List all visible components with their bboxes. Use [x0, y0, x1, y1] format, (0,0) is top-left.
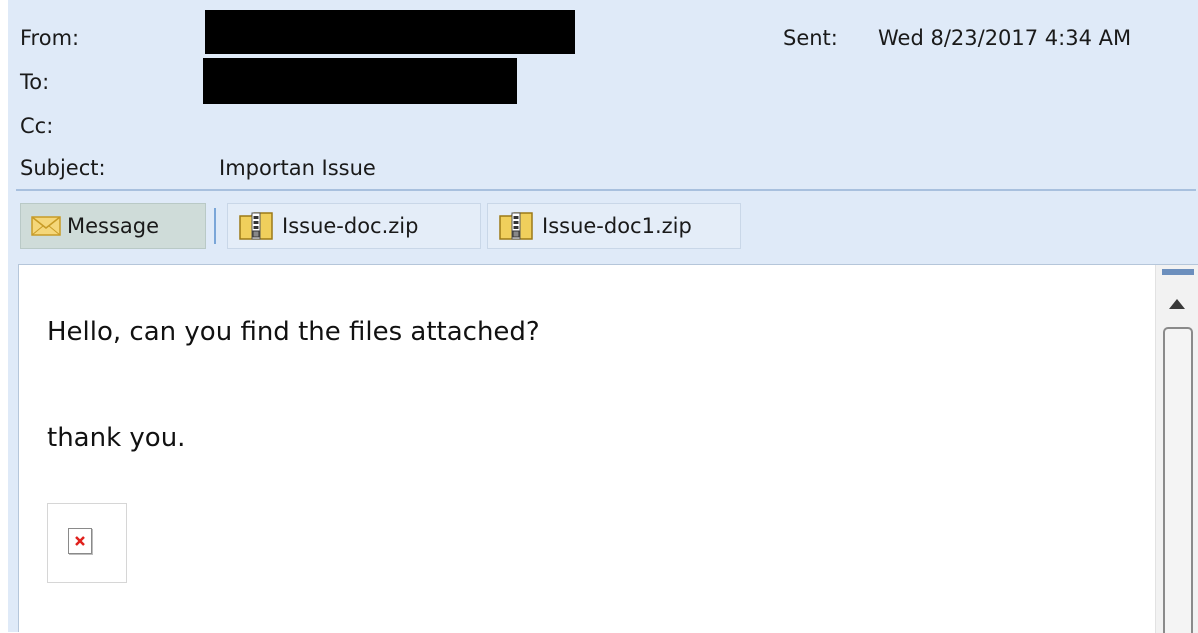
attachment-label: Issue-doc.zip	[282, 214, 419, 238]
cc-label: Cc:	[20, 114, 54, 138]
to-label: To:	[20, 70, 50, 94]
vertical-scrollbar[interactable]	[1155, 265, 1198, 633]
scrollbar-thumb[interactable]	[1163, 327, 1193, 633]
to-value-redacted	[203, 58, 517, 104]
from-value-redacted	[205, 10, 575, 54]
attachment-divider	[214, 208, 216, 244]
scrollbar-top-indicator	[1162, 269, 1194, 275]
from-label: From:	[20, 26, 80, 50]
message-tab[interactable]: Message	[20, 203, 206, 249]
message-line-2: thank you.	[47, 423, 186, 453]
subject-label: Subject:	[20, 156, 106, 180]
attachment-issue-doc1-zip[interactable]: Issue-doc1.zip	[487, 203, 741, 249]
subject-value: Importan Issue	[219, 156, 376, 180]
message-tab-label: Message	[67, 214, 160, 238]
envelope-icon	[31, 215, 61, 237]
attachment-bar: Message Issue-doc.zip Issue-doc1.zip	[8, 196, 1198, 260]
attachment-label: Issue-doc1.zip	[542, 214, 692, 238]
message-line-1: Hello, can you find the files attached?	[47, 317, 540, 347]
sent-label: Sent:	[783, 26, 838, 50]
zip-folder-icon	[498, 210, 536, 242]
zip-folder-icon	[238, 210, 276, 242]
email-window: From: To: Cc: Subject: Importan Issue Se…	[8, 0, 1198, 633]
attachment-issue-doc-zip[interactable]: Issue-doc.zip	[227, 203, 481, 249]
sent-value: Wed 8/23/2017 4:34 AM	[878, 26, 1132, 50]
scroll-up-arrow-icon[interactable]	[1162, 291, 1192, 317]
header-separator	[16, 189, 1196, 191]
broken-image	[47, 503, 127, 583]
broken-image-icon	[68, 528, 92, 554]
message-body: Hello, can you find the files attached? …	[18, 264, 1198, 633]
